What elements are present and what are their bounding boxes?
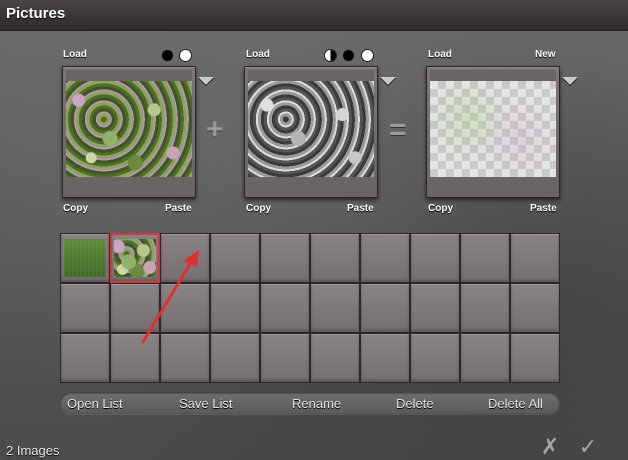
panel2-dropdown-icon[interactable] xyxy=(380,77,396,85)
equals-operator: = xyxy=(389,113,407,146)
result-image-frame[interactable] xyxy=(426,66,560,198)
thumbnail-grid xyxy=(60,233,560,383)
panel1-dropdown-icon[interactable] xyxy=(198,77,214,85)
thumbnail-slot[interactable] xyxy=(110,333,160,383)
source-image xyxy=(66,81,192,177)
image-count-status: 2 Images xyxy=(6,443,60,458)
source-image-frame[interactable] xyxy=(62,66,196,198)
window-title: Pictures xyxy=(6,5,66,22)
panel1-black-channel-icon[interactable] xyxy=(162,50,173,61)
thumbnail-slot[interactable] xyxy=(60,283,110,333)
panel2-copy-button[interactable]: Copy xyxy=(246,203,271,214)
thumbnail-slot[interactable] xyxy=(210,233,260,283)
confirm-check-icon[interactable]: ✓ xyxy=(577,436,599,458)
thumbnail-slot[interactable] xyxy=(210,283,260,333)
panel3-new-button[interactable]: New xyxy=(535,49,556,60)
thumbnail-slot[interactable] xyxy=(260,233,310,283)
delete-all-button[interactable]: Delete All xyxy=(488,396,543,412)
cancel-icon[interactable]: ✗ xyxy=(539,436,561,458)
thumbnail-slot[interactable] xyxy=(110,233,160,283)
thumbnail-slot[interactable] xyxy=(310,233,360,283)
thumbnail-slot[interactable] xyxy=(160,333,210,383)
thumbnail-slot[interactable] xyxy=(160,233,210,283)
pictures-window: Pictures Load Copy Paste + Load Copy Pas… xyxy=(0,0,628,460)
thumbnail-image xyxy=(114,239,156,277)
panel2-load-button[interactable]: Load xyxy=(246,49,270,60)
result-image xyxy=(430,81,556,177)
plus-operator: + xyxy=(206,113,224,146)
delete-button[interactable]: Delete xyxy=(396,396,434,412)
thumbnail-slot[interactable] xyxy=(410,233,460,283)
thumbnail-image xyxy=(64,239,106,277)
thumbnail-slot[interactable] xyxy=(510,233,560,283)
save-list-button[interactable]: Save List xyxy=(179,396,232,412)
panel1-paste-button[interactable]: Paste xyxy=(165,203,192,214)
thumbnail-slot[interactable] xyxy=(460,333,510,383)
thumbnail-slot[interactable] xyxy=(160,283,210,333)
thumbnail-slot[interactable] xyxy=(260,283,310,333)
thumbnail-slot[interactable] xyxy=(460,283,510,333)
panel1-load-button[interactable]: Load xyxy=(63,49,87,60)
panel3-load-button[interactable]: Load xyxy=(428,49,452,60)
thumbnail-slot[interactable] xyxy=(260,333,310,383)
thumbnail-slot[interactable] xyxy=(410,283,460,333)
mask-image-frame[interactable] xyxy=(244,66,378,198)
panel2-white-channel-icon[interactable] xyxy=(362,50,373,61)
mask-image xyxy=(248,81,374,177)
panel3-paste-button[interactable]: Paste xyxy=(530,203,557,214)
rename-button[interactable]: Rename xyxy=(292,396,341,412)
thumbnail-slot[interactable] xyxy=(510,333,560,383)
thumbnail-slot[interactable] xyxy=(310,283,360,333)
thumbnail-slot[interactable] xyxy=(360,333,410,383)
panel1-copy-button[interactable]: Copy xyxy=(63,203,88,214)
thumbnail-slot[interactable] xyxy=(410,333,460,383)
panel1-white-channel-icon[interactable] xyxy=(180,50,191,61)
panel2-half-channel-icon[interactable] xyxy=(325,50,336,61)
panel2-black-channel-icon[interactable] xyxy=(343,50,354,61)
thumbnail-slot[interactable] xyxy=(110,283,160,333)
panel3-dropdown-icon[interactable] xyxy=(562,77,578,85)
panel2-paste-button[interactable]: Paste xyxy=(347,203,374,214)
thumbnail-slot[interactable] xyxy=(360,283,410,333)
thumbnail-slot[interactable] xyxy=(60,233,110,283)
title-bar: Pictures xyxy=(0,0,628,31)
thumbnail-slot[interactable] xyxy=(360,233,410,283)
panel3-copy-button[interactable]: Copy xyxy=(428,203,453,214)
thumbnail-slot[interactable] xyxy=(210,333,260,383)
thumbnail-slot[interactable] xyxy=(60,333,110,383)
thumbnail-slot[interactable] xyxy=(510,283,560,333)
thumbnail-slot[interactable] xyxy=(460,233,510,283)
open-list-button[interactable]: Open List xyxy=(67,396,123,412)
thumbnail-slot[interactable] xyxy=(310,333,360,383)
